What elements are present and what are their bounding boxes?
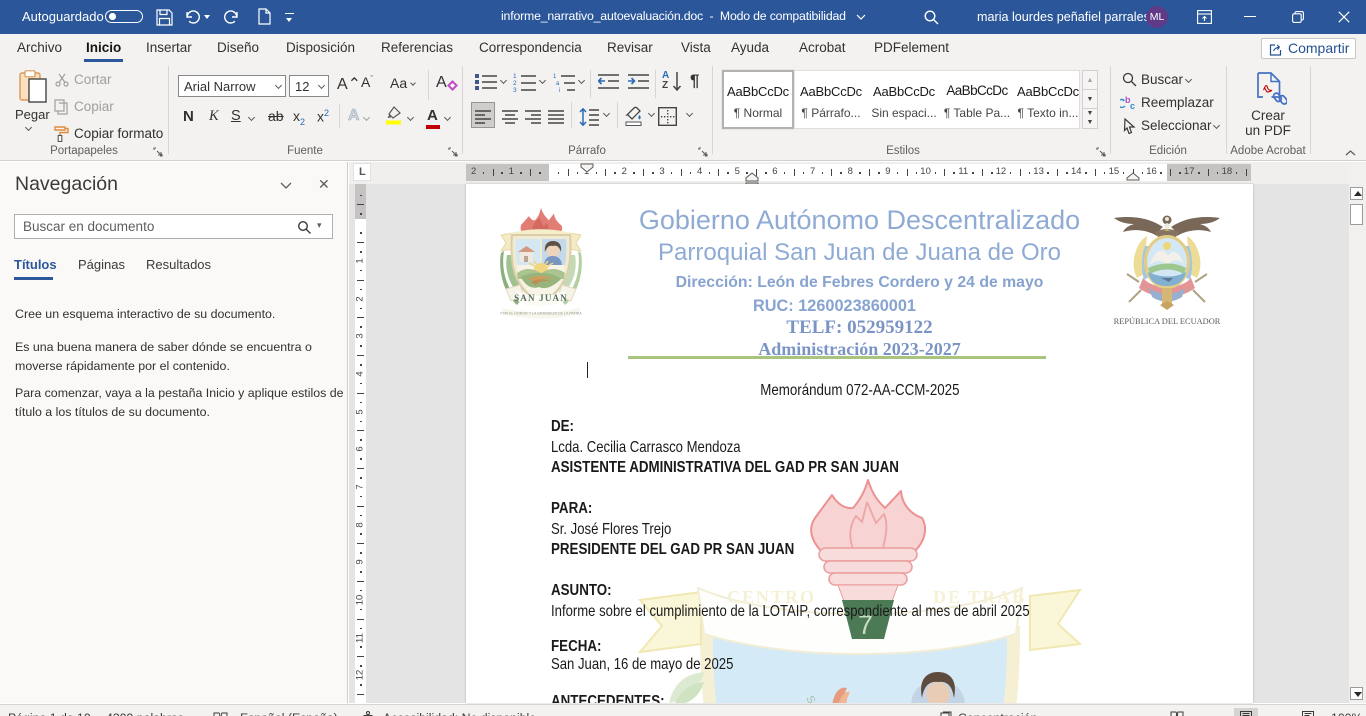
svg-text:i: i — [559, 88, 560, 92]
svg-text:1: 1 — [553, 74, 557, 80]
svg-text:a: a — [556, 81, 560, 87]
svg-text:2: 2 — [513, 80, 517, 87]
svg-text:3: 3 — [513, 87, 517, 92]
svg-text:c: c — [1130, 101, 1135, 111]
svg-text:1: 1 — [513, 73, 517, 80]
